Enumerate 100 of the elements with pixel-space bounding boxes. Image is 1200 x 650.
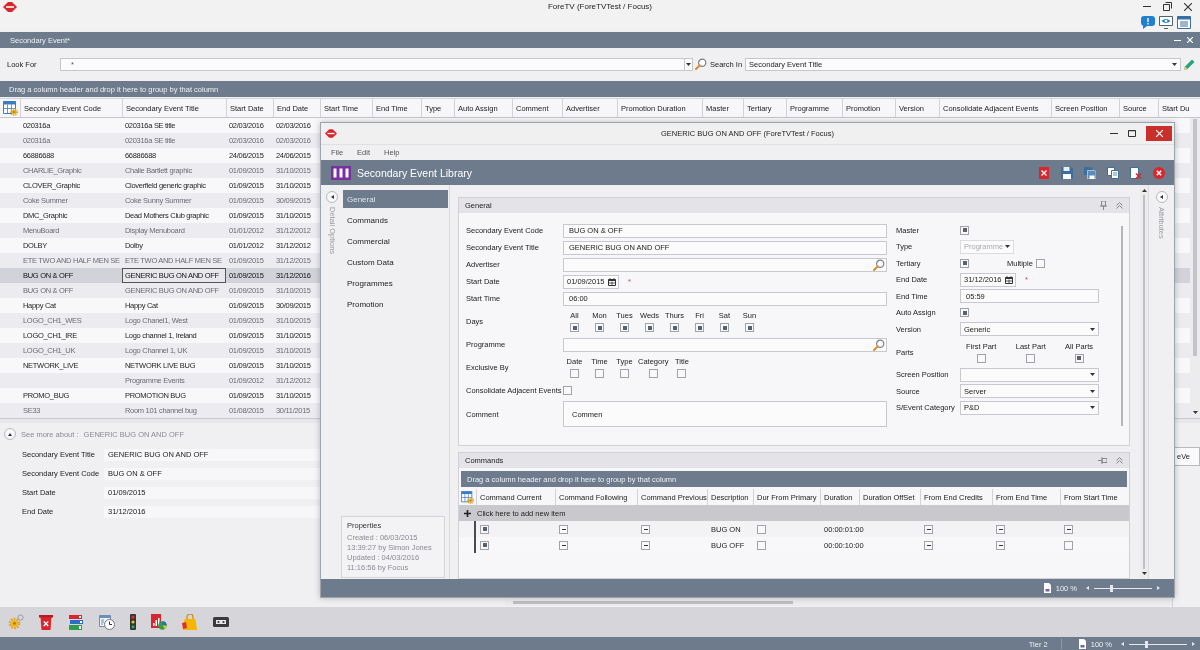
checkbox[interactable] xyxy=(595,323,604,332)
checkbox[interactable] xyxy=(996,524,1005,534)
table-gear-icon[interactable] xyxy=(461,490,474,504)
maximize-icon[interactable] xyxy=(1128,130,1136,137)
cassette-icon[interactable] xyxy=(213,617,229,627)
checkbox[interactable] xyxy=(677,369,687,378)
checkbox[interactable] xyxy=(559,524,568,534)
checkbox[interactable] xyxy=(559,540,568,550)
minimize-icon[interactable] xyxy=(1174,39,1181,41)
scrollbar-thumb[interactable] xyxy=(513,601,793,604)
checkbox[interactable] xyxy=(1064,540,1073,550)
checkbox[interactable] xyxy=(1064,524,1073,534)
checkbox[interactable] xyxy=(620,323,629,332)
slider-thumb[interactable] xyxy=(1110,584,1114,592)
pencil-icon[interactable] xyxy=(1184,58,1195,70)
scrollbar[interactable] xyxy=(505,599,1172,606)
search-icon[interactable] xyxy=(695,58,707,70)
checkbox[interactable] xyxy=(960,225,969,235)
nav-item[interactable]: General xyxy=(343,190,448,208)
scrollbar-thumb[interactable] xyxy=(1193,119,1197,356)
library-icon xyxy=(331,165,351,180)
monitor-eye-icon[interactable] xyxy=(1159,15,1173,29)
books-icon[interactable] xyxy=(68,614,84,630)
checkbox[interactable] xyxy=(745,323,754,332)
checkbox[interactable] xyxy=(996,540,1005,550)
scrollbar[interactable] xyxy=(1190,118,1200,418)
nav-item[interactable]: Commercial xyxy=(343,232,448,250)
toggle-button[interactable] xyxy=(1155,191,1168,203)
shopping-bag-icon[interactable] xyxy=(182,614,198,630)
bin-icon[interactable] xyxy=(39,614,53,630)
calendar-icon[interactable] xyxy=(1005,275,1013,284)
scroll-down-icon[interactable] xyxy=(1141,572,1147,575)
search-icon[interactable] xyxy=(873,338,885,351)
copy-icon[interactable] xyxy=(1107,166,1119,179)
nav-item[interactable]: Promotion xyxy=(343,295,448,313)
checkbox[interactable] xyxy=(641,524,650,534)
checkbox[interactable] xyxy=(757,540,766,550)
checkbox[interactable] xyxy=(620,369,629,378)
checkbox[interactable] xyxy=(1074,353,1084,363)
checkbox[interactable] xyxy=(960,258,969,268)
search-icon[interactable] xyxy=(873,258,885,271)
save-icon[interactable] xyxy=(1061,166,1073,179)
checkbox[interactable] xyxy=(563,386,572,395)
nav-item[interactable]: Commands xyxy=(343,211,448,229)
pin-icon[interactable] xyxy=(1100,201,1107,210)
restore-icon[interactable] xyxy=(1163,2,1172,11)
lookup-field[interactable] xyxy=(563,337,887,352)
toggle-button[interactable] xyxy=(326,191,338,203)
checkbox[interactable] xyxy=(924,540,933,550)
scroll-down-icon[interactable] xyxy=(1192,411,1198,414)
checkbox[interactable] xyxy=(976,353,986,363)
nav-item[interactable]: Custom Data xyxy=(343,253,448,271)
checkbox[interactable] xyxy=(480,524,489,534)
double-chevron-up-icon[interactable] xyxy=(1116,202,1123,209)
caret-down-icon xyxy=(1005,245,1010,249)
discard-icon[interactable] xyxy=(1130,166,1142,179)
nav-item[interactable]: Programmes xyxy=(343,274,448,292)
lookup-field[interactable] xyxy=(563,257,887,272)
checkbox[interactable] xyxy=(570,323,579,332)
info-bubble-icon[interactable] xyxy=(1141,15,1155,29)
double-chevron-up-icon[interactable] xyxy=(1116,457,1123,464)
pin-icon[interactable] xyxy=(1098,457,1107,464)
table-gear-icon[interactable] xyxy=(2,100,18,116)
scrollbar-thumb[interactable] xyxy=(1121,226,1123,426)
checkbox[interactable] xyxy=(924,524,933,534)
page-icon xyxy=(1043,583,1051,593)
caret-left-icon xyxy=(330,195,334,199)
caret-left-icon xyxy=(1160,195,1163,199)
traffic-light-icon[interactable] xyxy=(130,614,136,630)
checkbox[interactable] xyxy=(645,323,654,332)
close-icon[interactable] xyxy=(1184,2,1192,11)
library-title: Secondary Event Library xyxy=(357,166,472,179)
checkbox[interactable] xyxy=(480,540,489,550)
checkbox[interactable] xyxy=(670,323,679,332)
caret-left-icon[interactable] xyxy=(1086,586,1089,590)
checkbox[interactable] xyxy=(720,323,729,332)
checkbox[interactable] xyxy=(1035,258,1045,268)
delete-icon[interactable] xyxy=(1038,166,1050,179)
checkbox[interactable] xyxy=(1026,353,1036,363)
checkbox[interactable] xyxy=(595,369,604,378)
checkbox[interactable] xyxy=(641,540,650,550)
caret-left-icon[interactable] xyxy=(1121,642,1124,646)
calendar-icon[interactable] xyxy=(608,277,616,286)
checkbox[interactable] xyxy=(960,308,969,318)
checkbox[interactable] xyxy=(570,369,579,378)
calendar-clock-icon[interactable] xyxy=(99,614,115,630)
checkbox[interactable] xyxy=(648,369,658,378)
list-window-icon[interactable] xyxy=(1177,15,1191,29)
close-button[interactable] xyxy=(1146,126,1172,141)
chart-report-icon[interactable] xyxy=(151,614,167,630)
slider-thumb[interactable] xyxy=(1145,640,1149,648)
save-all-icon[interactable] xyxy=(1084,166,1096,179)
close-icon[interactable] xyxy=(1153,166,1165,179)
caret-right-icon[interactable] xyxy=(1192,642,1195,646)
scrollbar-thumb[interactable] xyxy=(1143,195,1145,569)
toggle-button[interactable] xyxy=(4,428,16,440)
checkbox[interactable] xyxy=(757,524,766,534)
caret-right-icon[interactable] xyxy=(1157,586,1160,590)
scrollbar[interactable] xyxy=(1140,185,1148,579)
checkbox[interactable] xyxy=(695,323,704,332)
